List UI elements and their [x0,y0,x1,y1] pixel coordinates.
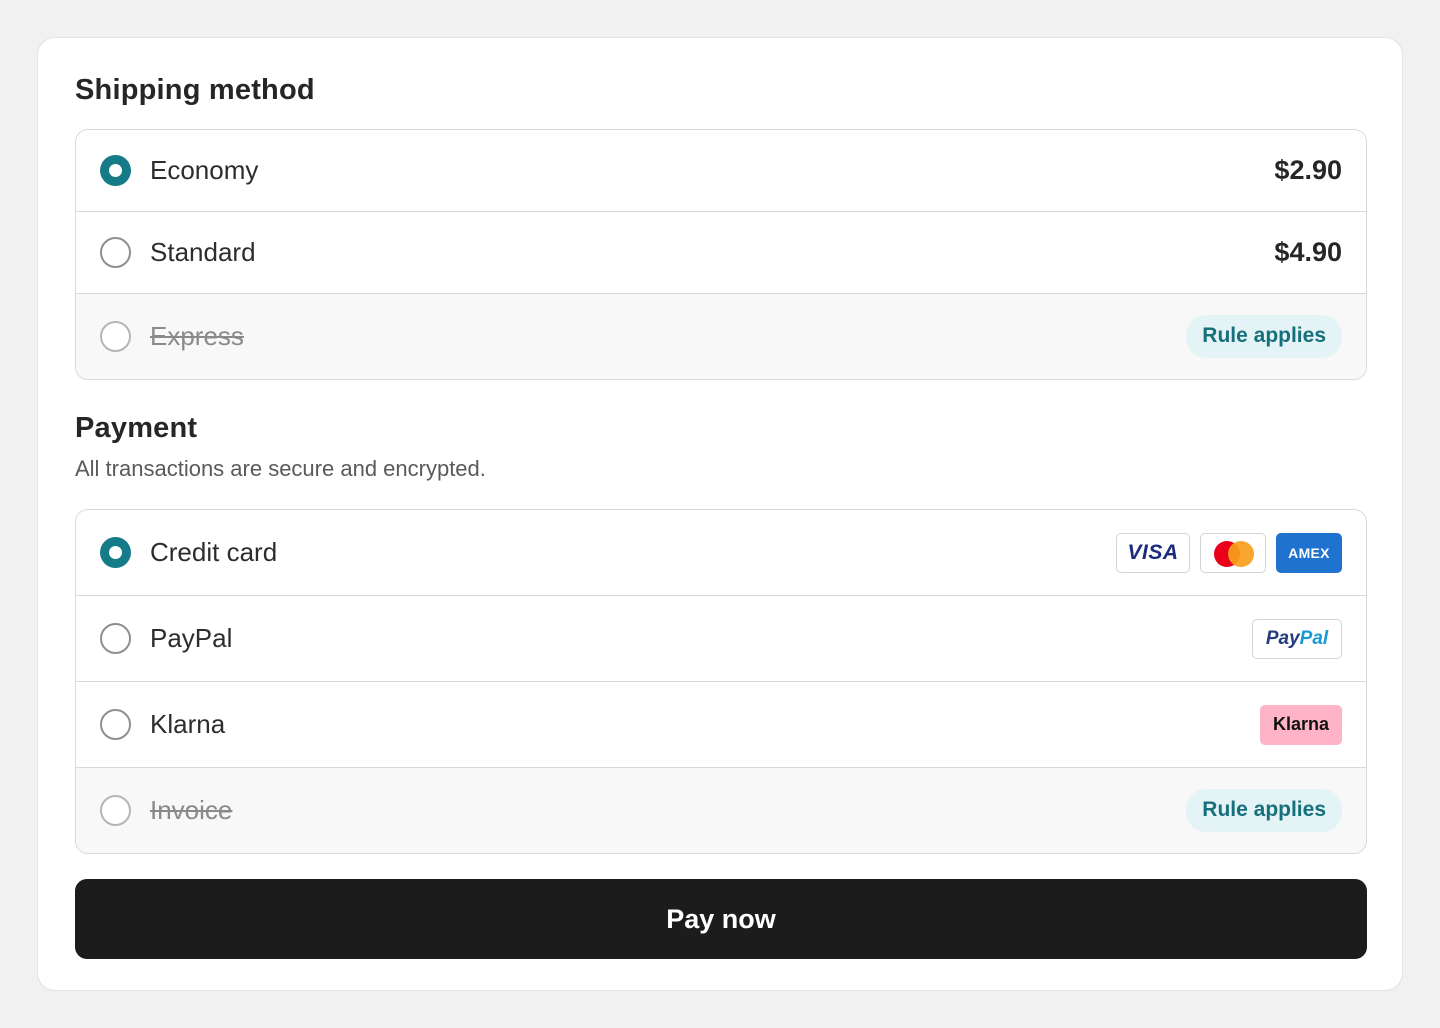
radio-disabled-icon [100,321,131,352]
shipping-price: $4.90 [1274,237,1342,267]
pay-now-button[interactable]: Pay now [75,879,1367,959]
radio-unselected-icon[interactable] [100,237,131,268]
rule-applies-badge: Rule applies [1186,789,1342,832]
payment-title: Payment [75,412,198,444]
payment-option-label: Invoice [150,795,233,825]
payment-option-label: PayPal [150,623,233,653]
rule-applies-badge: Rule applies [1186,315,1342,358]
shipping-option-express: Express Rule applies [76,294,1366,379]
checkout-card: Shipping method Economy $2.90 Standard $… [37,37,1403,991]
amex-icon: AMEX [1276,532,1342,573]
radio-disabled-icon [100,795,131,826]
visa-icon: VISA [1116,532,1190,573]
payment-subtitle: All transactions are secure and encrypte… [75,456,486,481]
paypal-logo-part1: Pay [1265,627,1300,649]
shipping-option-economy[interactable]: Economy $2.90 [76,130,1366,212]
shipping-options: Economy $2.90 Standard $4.90 Express Rul… [75,129,1367,380]
shipping-option-label: Standard [150,237,256,267]
paypal-logo-part2: Pal [1299,627,1329,649]
radio-unselected-icon[interactable] [100,623,131,654]
paypal-icon: Pay Pal [1252,618,1342,659]
radio-unselected-icon[interactable] [100,709,131,740]
payment-option-invoice: Invoice Rule applies [76,768,1366,853]
shipping-method-title: Shipping method [75,74,315,106]
klarna-logo-wrap: Klarna [1260,704,1342,745]
shipping-option-label: Economy [150,155,259,185]
paypal-logo-wrap: Pay Pal [1252,618,1342,659]
radio-selected-icon[interactable] [100,155,131,186]
card-logos: VISA AMEX [1116,532,1342,573]
shipping-price: $2.90 [1274,155,1342,185]
payment-option-paypal[interactable]: PayPal Pay Pal [76,596,1366,682]
payment-option-label: Klarna [150,709,226,739]
payment-option-credit-card[interactable]: Credit card VISA AMEX [76,510,1366,596]
radio-selected-icon[interactable] [100,537,131,568]
mastercard-icon [1200,532,1266,573]
shipping-option-standard[interactable]: Standard $4.90 [76,212,1366,294]
klarna-icon: Klarna [1260,704,1342,745]
payment-options: Credit card VISA AMEX PayPal Pay Pal Klar… [75,509,1367,854]
payment-option-label: Credit card [150,537,278,567]
shipping-option-label: Express [150,321,244,351]
payment-option-klarna[interactable]: Klarna Klarna [76,682,1366,768]
